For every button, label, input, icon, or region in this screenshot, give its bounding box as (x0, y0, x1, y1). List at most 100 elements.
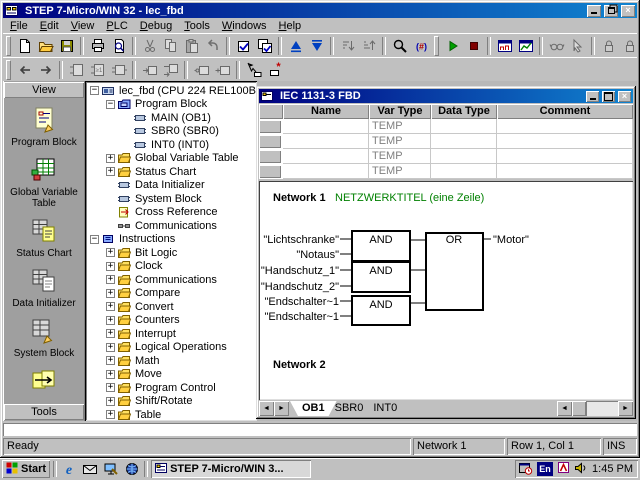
nav-back-button[interactable] (14, 60, 35, 80)
tree-expander[interactable]: + (106, 410, 115, 419)
menu-edit[interactable]: Edit (34, 19, 65, 33)
tree-expander[interactable]: − (90, 86, 99, 95)
compile-button[interactable] (233, 36, 254, 56)
insert-input-below-button[interactable] (160, 60, 181, 80)
bookmark-next-button[interactable] (619, 36, 640, 56)
upload-button[interactable] (285, 36, 306, 56)
internet-explorer-icon[interactable]: e (60, 461, 78, 478)
view-item-system-block[interactable]: System Block (14, 317, 75, 359)
table-cell[interactable] (497, 119, 633, 134)
delete-network-button[interactable]: * (264, 60, 285, 80)
input-label[interactable]: "Handschutz_1" (261, 265, 339, 277)
column-header-var-type[interactable]: Var Type (369, 104, 431, 119)
table-cell[interactable]: TEMP (369, 134, 431, 149)
row-header-button[interactable] (259, 120, 281, 133)
tree-item-sbr0-sbr0-[interactable]: SBR0 (SBR0) (86, 125, 256, 139)
close-button[interactable]: × (621, 5, 635, 17)
table-cell[interactable] (431, 119, 497, 134)
tab-ob1[interactable]: OB1 (290, 401, 337, 416)
zoom-button[interactable] (389, 36, 410, 56)
compile-all-button[interactable] (254, 36, 275, 56)
run-button[interactable] (442, 36, 463, 56)
tree-item-communications[interactable]: Communications (86, 219, 256, 233)
table-cell[interactable] (283, 149, 369, 164)
tree-item-global-variable-table[interactable]: +Global Variable Table (86, 152, 256, 166)
tree-expander[interactable]: + (106, 289, 115, 298)
view-item-data-initializer[interactable]: Data Initializer (12, 267, 75, 309)
sort-ascending-button[interactable] (337, 36, 358, 56)
toggle-immediate-button[interactable] (212, 60, 233, 80)
restore-button[interactable] (604, 5, 618, 17)
tree-item-compare[interactable]: +Compare (86, 287, 256, 301)
tree-expander[interactable]: + (106, 343, 115, 352)
network-canvas[interactable]: Network 1 NETZWERKTITEL (eine Zeile) "Li… (259, 181, 633, 400)
toolbar-grip[interactable] (6, 60, 11, 80)
save-button[interactable] (56, 36, 77, 56)
tree-expander[interactable]: + (106, 262, 115, 271)
tree-item-communications[interactable]: +Communications (86, 273, 256, 287)
output-label[interactable]: "Motor" (493, 234, 529, 246)
constant-address-button[interactable]: (#) (410, 36, 431, 56)
tree-item-clock[interactable]: +Clock (86, 260, 256, 274)
table-cell[interactable] (497, 149, 633, 164)
tree-expander[interactable]: + (106, 316, 115, 325)
input-label[interactable]: "Endschalter~1 (264, 296, 339, 308)
insert-input-button[interactable] (139, 60, 160, 80)
tree-expander[interactable]: + (106, 167, 115, 176)
tree-item-math[interactable]: +Math (86, 354, 256, 368)
tree-item-status-chart[interactable]: +Status Chart (86, 165, 256, 179)
fbd-minimize-button[interactable] (586, 91, 599, 102)
view-channels-icon[interactable] (123, 461, 141, 478)
tree-item-system-block[interactable]: System Block (86, 192, 256, 206)
scrollbar-thumb[interactable] (572, 401, 586, 416)
and-gate-button[interactable] (66, 60, 87, 80)
column-header-name[interactable]: Name (283, 104, 369, 119)
new-file-button[interactable] (14, 36, 35, 56)
nav-forward-button[interactable] (35, 60, 56, 80)
tree-item-program-block[interactable]: −Program Block (86, 98, 256, 112)
program-status-button[interactable] (494, 36, 515, 56)
tab-scroll-right-button[interactable]: ► (274, 401, 289, 416)
toolbar-grip[interactable] (434, 36, 439, 56)
row-header-button[interactable] (259, 165, 281, 178)
menu-tools[interactable]: Tools (178, 19, 216, 33)
tree-expander[interactable]: − (90, 235, 99, 244)
table-cell[interactable]: TEMP (369, 164, 431, 179)
tree-item-interrupt[interactable]: +Interrupt (86, 327, 256, 341)
tree-expander[interactable]: + (106, 329, 115, 338)
tree-item-data-initializer[interactable]: Data Initializer (86, 179, 256, 193)
tree-item-instructions[interactable]: −Instructions (86, 233, 256, 247)
tree-expander[interactable]: + (106, 397, 115, 406)
tree-item-move[interactable]: +Move (86, 368, 256, 382)
pause-status-button[interactable] (567, 36, 588, 56)
column-header-comment[interactable]: Comment (497, 104, 633, 119)
bookmark-toggle-button[interactable] (598, 36, 619, 56)
print-button[interactable] (87, 36, 108, 56)
tree-item-bit-logic[interactable]: +Bit Logic (86, 246, 256, 260)
antivirus-tray-icon[interactable] (557, 461, 570, 477)
table-cell[interactable] (497, 134, 633, 149)
print-preview-button[interactable] (108, 36, 129, 56)
table-cell[interactable]: TEMP (369, 119, 431, 134)
download-button[interactable] (306, 36, 327, 56)
table-cell[interactable] (497, 164, 633, 179)
tree-expander[interactable]: + (106, 356, 115, 365)
task-button-step7[interactable]: STEP 7-Micro/WIN 3... (151, 460, 311, 478)
open-file-button[interactable] (35, 36, 56, 56)
tab-scroll-left-button[interactable]: ◄ (259, 401, 274, 416)
menu-plc[interactable]: PLC (100, 19, 133, 33)
instruction-box-button[interactable] (108, 60, 129, 80)
show-desktop-icon[interactable] (102, 461, 120, 478)
tree-item-lec-fbd-cpu-224-rel100b2-[interactable]: −lec_fbd (CPU 224 REL100B2) (86, 84, 256, 98)
tree-item-table[interactable]: +Table (86, 408, 256, 421)
tree-item-convert[interactable]: +Convert (86, 300, 256, 314)
scroll-left-button[interactable]: ◄ (557, 401, 572, 416)
table-cell[interactable] (283, 119, 369, 134)
tree-item-main-ob1-[interactable]: MAIN (OB1) (86, 111, 256, 125)
menu-debug[interactable]: Debug (134, 19, 178, 33)
input-label[interactable]: "Lichtschranke" (263, 234, 339, 246)
view-bar-header[interactable]: View (4, 82, 84, 98)
menu-file[interactable]: File (4, 19, 34, 33)
toggle-negate-button[interactable] (191, 60, 212, 80)
menu-view[interactable]: View (65, 19, 101, 33)
